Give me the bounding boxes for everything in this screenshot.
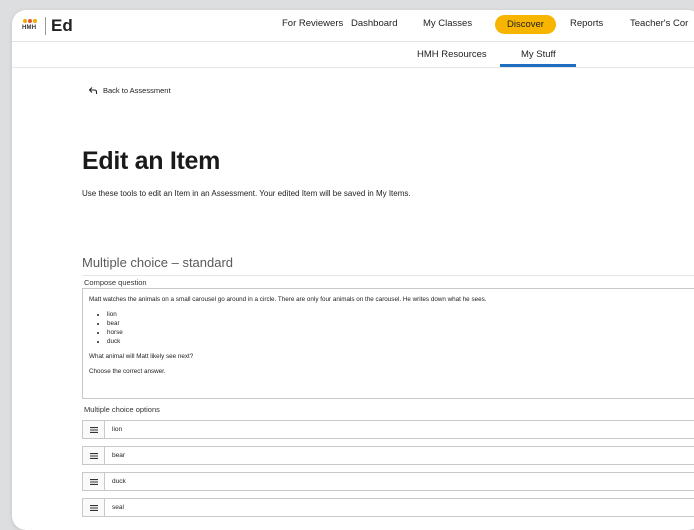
hmh-logo-icon: HMH: [22, 17, 40, 35]
nav-item-reports[interactable]: Reports: [570, 18, 603, 29]
logo-divider: [45, 17, 46, 35]
option-row[interactable]: seal: [82, 498, 694, 517]
top-navigation-bar: HMH Ed For Reviewers Dashboard My Classe…: [12, 10, 694, 42]
sub-navigation: HMH Resources My Stuff: [12, 42, 694, 68]
tab-my-stuff[interactable]: My Stuff: [521, 49, 556, 60]
list-item: horse: [107, 328, 694, 337]
option-text[interactable]: seal: [105, 499, 124, 516]
nav-item-my-classes[interactable]: My Classes: [423, 18, 472, 29]
option-text[interactable]: duck: [105, 473, 126, 490]
tab-hmh-resources[interactable]: HMH Resources: [417, 49, 487, 60]
page-title: Edit an Item: [82, 147, 221, 175]
back-link[interactable]: Back to Assessment: [89, 86, 171, 95]
app-window: HMH Ed For Reviewers Dashboard My Classe…: [12, 10, 694, 530]
question-intro: Matt watches the animals on a small caro…: [89, 296, 487, 303]
nav-item-teachers-corner[interactable]: Teacher's Cor: [630, 18, 688, 29]
list-item: lion: [107, 310, 694, 319]
logo[interactable]: HMH Ed: [22, 16, 73, 36]
section-divider: [82, 275, 694, 276]
active-tab-indicator: [500, 64, 576, 67]
nav-item-discover[interactable]: Discover: [495, 15, 556, 34]
nav-item-for-reviewers[interactable]: For Reviewers: [282, 18, 343, 29]
nav-item-dashboard[interactable]: Dashboard: [351, 18, 397, 29]
question-prompt: What animal will Matt likely see next?: [89, 353, 194, 360]
option-row[interactable]: bear: [82, 446, 694, 465]
option-row[interactable]: lion: [82, 420, 694, 439]
back-link-label: Back to Assessment: [103, 86, 171, 95]
drag-handle-icon[interactable]: [83, 499, 105, 516]
drag-handle-icon[interactable]: [83, 421, 105, 438]
page-description: Use these tools to edit an Item in an As…: [82, 189, 411, 198]
back-arrow-icon: [89, 87, 97, 94]
app-name: Ed: [51, 16, 73, 35]
option-text[interactable]: lion: [105, 421, 122, 438]
animal-list: lion bear horse duck: [89, 310, 694, 346]
question-instruction: Choose the correct answer.: [89, 368, 166, 375]
compose-question-label: Compose question: [84, 278, 147, 287]
options-label: Multiple choice options: [84, 405, 160, 414]
option-text[interactable]: bear: [105, 447, 125, 464]
drag-handle-icon[interactable]: [83, 447, 105, 464]
drag-handle-icon[interactable]: [83, 473, 105, 490]
question-editor[interactable]: Matt watches the animals on a small caro…: [82, 288, 694, 399]
item-type-title: Multiple choice – standard: [82, 255, 234, 270]
list-item: duck: [107, 337, 694, 346]
list-item: bear: [107, 319, 694, 328]
option-row[interactable]: duck: [82, 472, 694, 491]
